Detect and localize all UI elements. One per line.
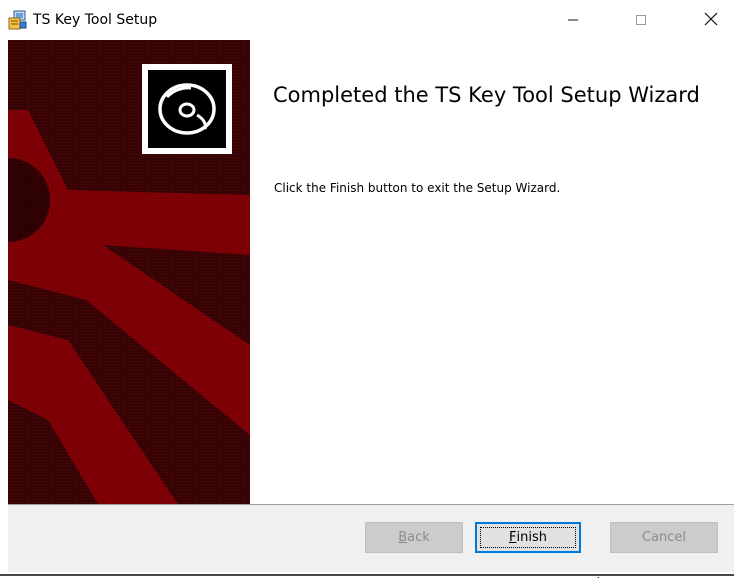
wizard-banner-image xyxy=(8,40,250,504)
minimize-icon xyxy=(567,11,579,30)
cd-icon-frame xyxy=(142,64,232,154)
installer-package-icon xyxy=(8,10,28,30)
cd-disc-icon xyxy=(148,70,226,148)
finish-button[interactable]: Finish xyxy=(475,522,581,553)
page-title: Completed the TS Key Tool Setup Wizard xyxy=(273,83,700,107)
setup-wizard-window: TS Key Tool Setup Completed the TS Key T… xyxy=(0,0,734,578)
close-button[interactable] xyxy=(688,0,734,40)
mouse-cursor-icon xyxy=(597,570,607,578)
focus-rectangle xyxy=(480,527,576,548)
title-bar[interactable]: TS Key Tool Setup xyxy=(0,0,734,40)
back-label-rest: ack xyxy=(407,530,430,545)
cancel-button[interactable]: Cancel xyxy=(610,522,718,553)
maximize-icon xyxy=(635,11,647,30)
cancel-label: Cancel xyxy=(641,530,687,545)
back-mnemonic: B xyxy=(398,530,408,545)
window-title: TS Key Tool Setup xyxy=(33,12,158,28)
minimize-button[interactable] xyxy=(550,0,596,40)
instruction-text: Click the Finish button to exit the Setu… xyxy=(274,181,561,195)
close-icon xyxy=(704,11,718,30)
window-bottom-border xyxy=(0,574,734,576)
back-button[interactable]: Back xyxy=(365,522,463,553)
maximize-button[interactable] xyxy=(618,0,664,40)
